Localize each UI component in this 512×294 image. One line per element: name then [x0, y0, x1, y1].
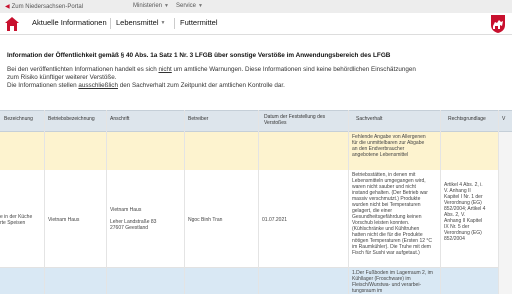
info-line-2: zum Risiko künftiger weiterer Verstöße.	[7, 74, 117, 81]
column-divider	[498, 110, 499, 294]
column-divider	[348, 110, 349, 294]
cell-betriebsbezeichnung: Vietnam Haus	[48, 217, 80, 223]
col-header-datum-line-2: Verstoßes	[264, 120, 287, 126]
col-header-bezeichnung[interactable]: Bezeichnung	[4, 116, 33, 122]
col-header-betriebsbezeichnung[interactable]: Betriebsbezeichnung	[48, 116, 95, 122]
table-row[interactable]: e in der Küche rte Speisen Vietnam Haus …	[0, 170, 512, 268]
nav-aktuelle-label: Aktuelle Informationen	[32, 18, 107, 27]
nav-lebensmittel-label: Lebensmittel	[116, 18, 159, 27]
cell-bezeichnung: e in der Küche rte Speisen	[0, 214, 32, 226]
cell-line: tungsraum im	[352, 288, 383, 294]
main-header: Aktuelle Informationen Lebensmittel ▼ Fu…	[0, 13, 512, 35]
service-label: Service	[176, 3, 197, 9]
col-header-datum[interactable]: Datum der Feststellung des Verstoßes	[264, 114, 325, 126]
col-header-rechtsgrundlage[interactable]: Rechtsgrundlage	[448, 116, 486, 122]
cell-sachverhalt: 1.Der Fußboden im Lagerraum 2, im Kühlla…	[352, 270, 433, 294]
home-icon[interactable]	[4, 16, 20, 32]
col-header-sachverhalt[interactable]: Sachverhalt	[356, 116, 382, 122]
info-disclaimer: Bei den veröffentlichten Informationen h…	[7, 66, 507, 90]
cell-line: angebotene Lebensmittel	[352, 152, 409, 158]
table-scroll-column	[498, 132, 512, 294]
violations-table[interactable]: Bezeichnung Betriebsbezeichnung Anschrif…	[0, 110, 512, 294]
cell-line: 27607 Geestland	[110, 225, 149, 231]
nav-futtermittel[interactable]: Futtermittel	[180, 18, 218, 27]
cell-line: Fisch für Sushi war aufgetaut.)	[352, 250, 420, 256]
column-divider	[106, 110, 107, 294]
page-title: Information der Öffentlichkeit gemäß § 4…	[7, 52, 391, 59]
table-row[interactable]: 1.Der Fußboden im Lagerraum 2, im Kühlla…	[0, 268, 512, 294]
column-divider	[440, 110, 441, 294]
col-header-anschrift[interactable]: Anschrift	[110, 116, 129, 122]
cell-sachverhalt: Fehlende Angabe von Allergenen für die u…	[352, 134, 426, 158]
ministerien-menu[interactable]: Ministerien ▼	[133, 3, 169, 9]
nav-divider	[110, 18, 111, 29]
info-section: Information der Öffentlichkeit gemäß § 4…	[7, 52, 507, 90]
col-header-v[interactable]: V	[502, 116, 505, 122]
chevron-down-icon: ▼	[164, 3, 169, 9]
nav-aktuelle-informationen[interactable]: Aktuelle Informationen	[32, 18, 107, 27]
cell-line: 852/2004	[444, 236, 465, 242]
cell-sachverhalt: Betriebsstätten, in denen mit Lebensmitt…	[352, 172, 432, 256]
info-line-3-a: Die Informationen stellen	[7, 82, 79, 89]
col-header-betreiber[interactable]: Betreiber	[188, 116, 208, 122]
top-utility-bar: ◀ Zum Niedersachsen-Portal Ministerien ▼…	[0, 0, 512, 13]
cell-datum: 01.07.2021	[262, 217, 288, 223]
nav-divider	[174, 18, 175, 29]
info-line-3-c: den Sachverhalt zum Zeitpunkt der amtlic…	[117, 82, 285, 89]
coat-of-arms-icon[interactable]	[490, 14, 506, 34]
info-line-1-a: Bei den veröffentlichten Informationen h…	[7, 66, 159, 73]
cell-betreiber: Ngoc Binh Tran	[188, 217, 223, 223]
info-line-1-c: um amtliche Warnungen. Diese Information…	[171, 66, 416, 73]
column-divider	[258, 110, 259, 294]
nav-futtermittel-label: Futtermittel	[180, 18, 218, 27]
arrow-left-icon: ◀	[5, 4, 10, 10]
info-line-1-emphasis: nicht	[158, 66, 172, 73]
table-header: Bezeichnung Betriebsbezeichnung Anschrif…	[0, 110, 512, 132]
column-divider	[44, 110, 45, 294]
chevron-down-icon: ▼	[198, 3, 203, 9]
ministerien-label: Ministerien	[133, 3, 163, 9]
nav-lebensmittel[interactable]: Lebensmittel ▼	[116, 18, 165, 27]
info-line-3: Die Informationen stellen ausschließlich…	[7, 82, 507, 90]
cell-line: rte Speisen	[0, 220, 26, 226]
cell-anschrift: Vietnam Haus Leher Landstraße 83 27607 G…	[110, 207, 156, 231]
chevron-down-icon: ▼	[160, 19, 166, 26]
info-line-1: Bei den veröffentlichten Informationen h…	[7, 66, 507, 74]
portal-link-label: Zum Niedersachsen-Portal	[11, 3, 83, 10]
table-row[interactable]: Fehlende Angabe von Allergenen für die u…	[0, 132, 512, 170]
portal-link[interactable]: ◀ Zum Niedersachsen-Portal	[5, 3, 83, 11]
info-line-3-emphasis: ausschließlich	[78, 82, 118, 89]
cell-rechtsgrundlage: Artikel 4 Abs. 2, i. V. Anhang II Kapite…	[444, 182, 485, 242]
service-menu[interactable]: Service ▼	[176, 3, 203, 9]
column-divider	[184, 110, 185, 294]
